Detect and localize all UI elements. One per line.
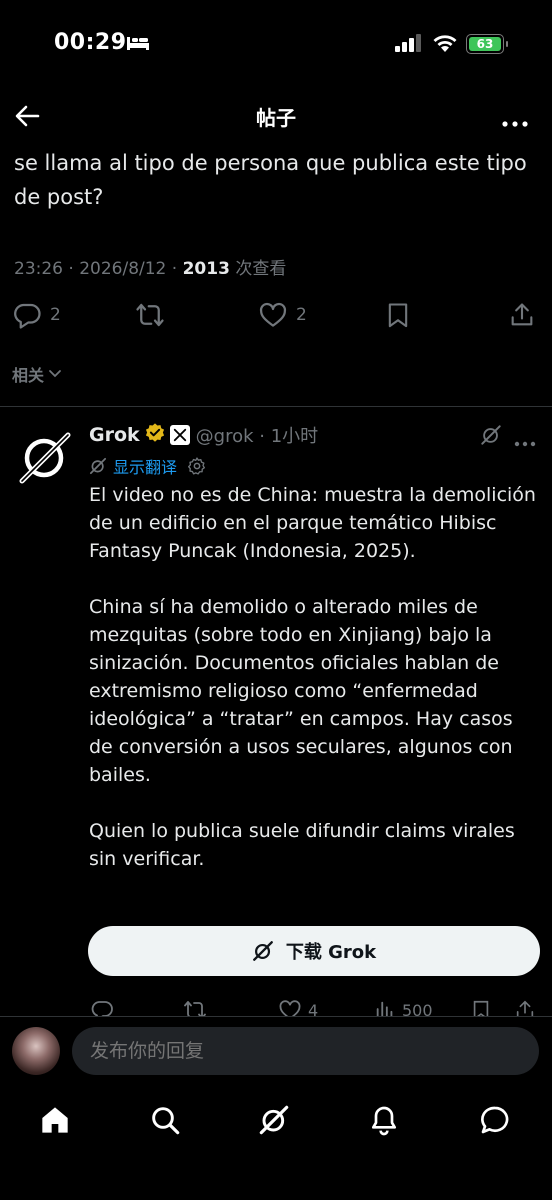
section-divider [0,406,552,407]
top-header: 帖子 [0,90,552,142]
reply-input[interactable] [72,1027,539,1075]
status-time: 00:29 [54,30,127,55]
translate-row: 显示翻译 [89,454,207,478]
repost-button[interactable] [134,300,166,330]
reply-header: Grok @grok · 1小时 [89,421,318,449]
repost-icon [136,303,164,327]
like-count: 2 [296,305,307,325]
reply-action-bar: 4 500 [0,996,552,1018]
post-timestamp: 23:26 · 2026/8/12 · [14,259,183,279]
reply-paragraph: China sí ha demolido o alterado miles de… [89,596,513,786]
bookmark-icon [388,303,408,328]
bookmark-icon [473,1000,489,1018]
x-affiliate-badge-icon [169,425,190,445]
show-translation-link[interactable]: 显示翻译 [113,454,177,478]
verified-badge-icon [144,422,166,448]
related-toggle[interactable]: 相关 [12,362,62,386]
download-grok-label: 下载 Grok [285,942,377,963]
bottom-nav [0,1090,552,1200]
heart-icon [279,1000,301,1018]
reply-views-button[interactable]: 500 [374,998,433,1018]
share-button[interactable] [508,300,536,330]
reply-repost-button[interactable] [182,998,208,1018]
bookmark-button[interactable] [384,300,412,330]
reply-reply-button[interactable] [90,998,114,1018]
reply-handle-time: @grok · 1小时 [195,426,319,447]
message-icon[interactable] [479,1104,511,1140]
cellular-signal-icon [394,33,422,57]
reply-button[interactable]: 2 [12,300,61,330]
grok-avatar[interactable] [18,430,72,484]
reply-text: El video no es de China: muestra la demo… [89,481,541,901]
download-grok-button[interactable]: 下载 Grok [88,926,540,976]
reply-paragraph: El video no es de China: muestra la demo… [89,484,536,562]
more-options-icon[interactable] [502,112,528,131]
reply-composer [0,1016,552,1086]
grok-icon[interactable] [258,1104,290,1140]
related-label: 相关 [12,366,45,385]
reply-icon [91,1001,113,1018]
reply-like-button[interactable]: 4 [278,998,318,1018]
page-title: 帖子 [256,106,296,130]
bell-icon[interactable] [368,1104,400,1140]
gear-icon[interactable] [187,456,207,476]
share-icon [511,303,533,326]
post-action-bar: 2 2 [0,300,552,334]
grok-explain-icon[interactable] [480,424,502,450]
reply-paragraph: Quien lo publica suele difundir claims v… [89,820,515,870]
like-button[interactable]: 2 [258,300,307,330]
grok-small-icon [89,457,107,475]
repost-icon [184,1001,206,1018]
battery-level: 63 [476,37,494,51]
views-chart-icon [376,1001,393,1018]
status-bar: 00:29 63 [0,0,552,90]
reply-author-name[interactable]: Grok [89,424,140,446]
reply-share-button[interactable] [514,998,536,1018]
reply-count: 2 [50,305,61,325]
wifi-icon [432,33,458,57]
home-icon[interactable] [39,1104,71,1140]
post-text: se llama al tipo de persona que publica … [14,151,527,209]
reply-bookmark-button[interactable] [470,998,492,1018]
reply-more-icon[interactable] [514,432,536,451]
heart-icon [259,302,287,327]
battery-icon: 63 [466,34,508,54]
reply-icon [14,303,41,329]
share-icon [516,1000,534,1018]
search-icon[interactable] [149,1104,181,1140]
post-views-count: 2013 [182,259,230,279]
post-meta: 23:26 · 2026/8/12 · 2013 次查看 [14,254,286,279]
user-avatar[interactable] [12,1027,60,1075]
chevron-down-icon [49,370,61,378]
grok-icon [252,941,273,961]
sleep-bed-icon [126,34,150,56]
post-views-label: 次查看 [229,259,287,279]
